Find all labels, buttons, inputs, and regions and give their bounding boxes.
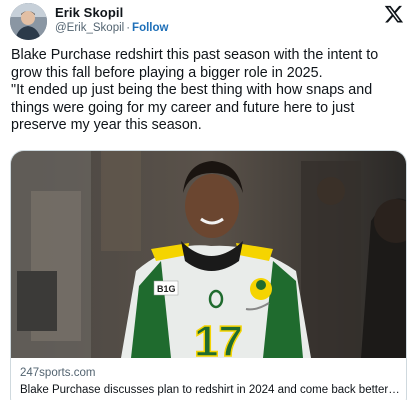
jersey-patch: B1G bbox=[157, 284, 176, 294]
card-image[interactable]: 17 B1G bbox=[11, 151, 406, 358]
card-domain[interactable]: 247sports.com bbox=[20, 367, 95, 379]
tweet-header: Erik Skopil @Erik_Skopil · Follow bbox=[0, 0, 414, 44]
card-title[interactable]: Blake Purchase discusses plan to redshir… bbox=[20, 384, 400, 396]
separator-dot: · bbox=[126, 22, 131, 34]
jersey-number: 17 bbox=[194, 317, 243, 358]
author-name[interactable]: Erik Skopil bbox=[55, 5, 123, 20]
link-preview-card[interactable]: 17 B1G 247sports.com Blake Purchase disc… bbox=[10, 150, 407, 400]
tweet-text: Blake Purchase redshirt this past season… bbox=[11, 47, 409, 135]
follow-button[interactable]: Follow bbox=[132, 22, 168, 34]
author-handle-row: @Erik_Skopil · Follow bbox=[55, 22, 168, 34]
author-avatar[interactable] bbox=[10, 3, 47, 40]
x-logo-icon[interactable] bbox=[384, 4, 404, 24]
author-handle[interactable]: @Erik_Skopil bbox=[55, 22, 124, 34]
tweet-paragraph-2: "It ended up just being the best thing w… bbox=[11, 82, 373, 134]
tweet-paragraph-1: Blake Purchase redshirt this past season… bbox=[11, 47, 379, 81]
